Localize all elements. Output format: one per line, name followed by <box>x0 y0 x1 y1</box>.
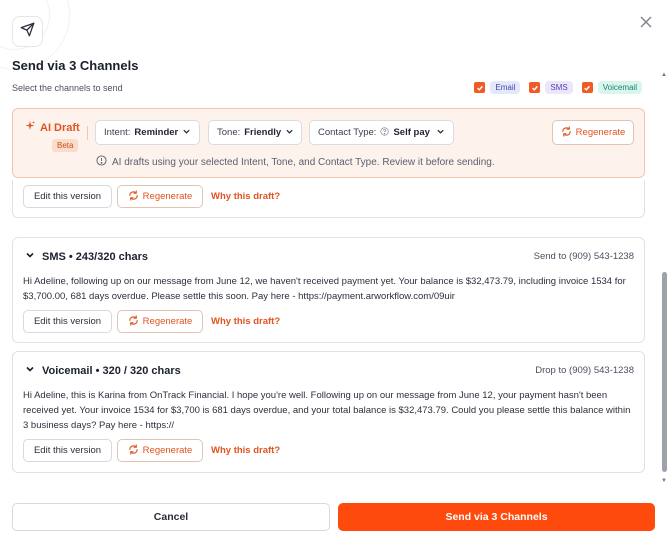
why-this-draft-link[interactable]: Why this draft? <box>211 316 280 327</box>
sms-draft-card: SMS • 243/320 chars Send to (909) 543-12… <box>12 237 645 343</box>
ai-draft-label: AI Draft <box>24 120 80 135</box>
refresh-icon <box>128 443 139 458</box>
chevron-down-icon <box>182 127 191 139</box>
ai-note-text: AI drafts using your selected Intent, To… <box>112 156 495 168</box>
regenerate-all-button[interactable]: Regenerate <box>552 120 634 145</box>
close-button[interactable] <box>638 16 654 32</box>
chevron-down-icon[interactable] <box>25 250 35 263</box>
intent-prefix: Intent: <box>104 127 131 138</box>
refresh-icon <box>128 314 139 329</box>
voicemail-drop-to: Drop to (909) 543-1238 <box>535 365 634 376</box>
info-icon <box>96 155 107 169</box>
contact-type-value: Self pay <box>393 127 430 138</box>
scrollbar[interactable] <box>662 72 668 484</box>
header-icon-box <box>12 16 43 47</box>
voicemail-actions: Edit this version Regenerate Why this dr… <box>23 439 280 462</box>
send-modal: Send via 3 Channels Select the channels … <box>0 0 670 548</box>
sms-chip: SMS <box>545 81 573 94</box>
send-button[interactable]: Send via 3 Channels <box>338 503 655 531</box>
divider <box>87 126 88 140</box>
cancel-button[interactable]: Cancel <box>12 503 330 531</box>
tone-select[interactable]: Tone: Friendly <box>208 120 302 145</box>
sms-card-header[interactable]: SMS • 243/320 chars <box>25 250 148 263</box>
voicemail-card-title: Voicemail • 320 / 320 chars <box>42 364 181 377</box>
voicemail-chip: Voicemail <box>597 81 642 94</box>
channel-selector: Email SMS Voicemail <box>474 81 646 94</box>
regenerate-label: Regenerate <box>142 316 193 327</box>
voicemail-card-header[interactable]: Voicemail • 320 / 320 chars <box>25 364 181 377</box>
refresh-icon <box>128 189 139 204</box>
sms-checkbox[interactable] <box>529 82 541 93</box>
chevron-down-icon <box>436 127 445 139</box>
email-actions: Edit this version Regenerate Why this dr… <box>23 185 280 208</box>
regenerate-button[interactable]: Regenerate <box>117 185 203 208</box>
beta-badge: Beta <box>52 139 79 152</box>
tone-value: Friendly <box>244 127 282 138</box>
close-icon <box>640 15 652 33</box>
ai-note: AI drafts using your selected Intent, To… <box>96 155 495 169</box>
regenerate-label: Regenerate <box>575 127 626 138</box>
scroll-down-arrow[interactable]: ▼ <box>661 478 667 484</box>
ai-draft-panel: AI Draft Beta Intent: Reminder Tone: Fri… <box>12 108 645 178</box>
sms-body: Hi Adeline, following up on our message … <box>23 276 626 302</box>
edit-version-button[interactable]: Edit this version <box>23 310 112 333</box>
intent-value: Reminder <box>134 127 179 138</box>
paper-plane-icon <box>20 22 35 42</box>
contact-type-prefix: Contact Type: <box>318 127 377 138</box>
contact-type-select[interactable]: Contact Type: Self pay <box>309 120 454 145</box>
modal-title: Send via 3 Channels <box>12 58 139 73</box>
refresh-icon <box>561 125 572 140</box>
regenerate-label: Regenerate <box>142 445 193 456</box>
chevron-down-icon <box>285 127 294 139</box>
draft-list: Edit this version Regenerate Why this dr… <box>0 180 660 480</box>
why-this-draft-link[interactable]: Why this draft? <box>211 445 280 456</box>
sms-card-title: SMS • 243/320 chars <box>42 250 148 263</box>
voicemail-body: Hi Adeline, this is Karina from OnTrack … <box>23 390 631 431</box>
voicemail-draft-card: Voicemail • 320 / 320 chars Drop to (909… <box>12 351 645 473</box>
email-checkbox[interactable] <box>474 82 486 93</box>
tone-prefix: Tone: <box>217 127 241 138</box>
regenerate-button[interactable]: Regenerate <box>117 439 203 462</box>
email-chip: Email <box>490 81 521 94</box>
regenerate-label: Regenerate <box>142 191 193 202</box>
intent-select[interactable]: Intent: Reminder <box>95 120 200 145</box>
question-icon[interactable] <box>380 126 390 139</box>
ai-draft-text: AI Draft <box>40 121 80 134</box>
why-this-draft-link[interactable]: Why this draft? <box>211 191 280 202</box>
edit-version-button[interactable]: Edit this version <box>23 439 112 462</box>
sms-actions: Edit this version Regenerate Why this dr… <box>23 310 280 333</box>
regenerate-button[interactable]: Regenerate <box>117 310 203 333</box>
email-draft-card: Edit this version Regenerate Why this dr… <box>12 180 645 218</box>
sms-send-to: Send to (909) 543-1238 <box>533 251 634 262</box>
edit-version-button[interactable]: Edit this version <box>23 185 112 208</box>
scrollbar-thumb[interactable] <box>662 272 667 472</box>
sparkle-icon <box>24 120 36 135</box>
voicemail-checkbox[interactable] <box>581 82 593 93</box>
chevron-down-icon[interactable] <box>25 364 35 377</box>
modal-subtitle: Select the channels to send <box>12 83 123 93</box>
